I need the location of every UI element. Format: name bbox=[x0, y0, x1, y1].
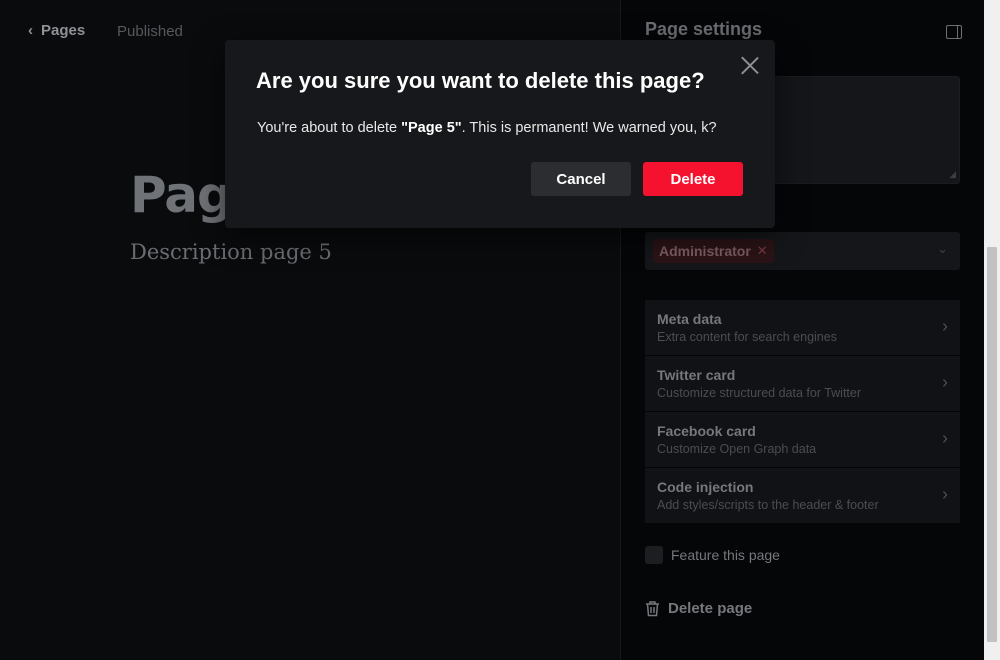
publish-status: Published bbox=[117, 23, 183, 40]
resize-handle-icon[interactable]: ◢ bbox=[949, 169, 956, 180]
menu-item-subtitle: Customize Open Graph data bbox=[657, 442, 817, 456]
feature-label: Feature this page bbox=[671, 547, 780, 563]
delete-confirm-modal: Are you sure you want to delete this pag… bbox=[225, 40, 775, 228]
chevron-down-icon[interactable]: ⌄ bbox=[937, 241, 948, 257]
delete-button[interactable]: Delete bbox=[643, 162, 743, 196]
menu-item-title: Facebook card bbox=[657, 423, 756, 439]
menu-item-title: Meta data bbox=[657, 311, 722, 327]
settings-menu: Meta data Extra content for search engin… bbox=[645, 300, 960, 524]
modal-page-name: "Page 5" bbox=[401, 120, 462, 136]
menu-item-twitter-card[interactable]: Twitter card Customize structured data f… bbox=[645, 356, 960, 411]
close-icon[interactable] bbox=[741, 56, 759, 74]
sidebar-toggle-icon[interactable] bbox=[946, 25, 962, 39]
modal-message: You're about to delete "Page 5". This is… bbox=[257, 120, 717, 136]
trash-icon bbox=[645, 600, 660, 617]
page-description[interactable]: Description page 5 bbox=[130, 240, 332, 264]
menu-item-title: Twitter card bbox=[657, 367, 736, 383]
delete-page-label: Delete page bbox=[668, 600, 753, 617]
modal-text-before: You're about to delete bbox=[257, 120, 402, 136]
feature-toggle-row[interactable]: Feature this page bbox=[645, 546, 780, 564]
menu-item-facebook-card[interactable]: Facebook card Customize Open Graph data … bbox=[645, 412, 960, 467]
chevron-left-icon: ‹ bbox=[28, 22, 33, 39]
menu-item-code-injection[interactable]: Code injection Add styles/scripts to the… bbox=[645, 468, 960, 523]
back-to-pages-link[interactable]: ‹ Pages bbox=[28, 22, 85, 39]
access-tag-label: Administrator bbox=[659, 243, 751, 259]
cancel-button[interactable]: Cancel bbox=[531, 162, 631, 196]
back-label: Pages bbox=[41, 22, 86, 39]
chevron-right-icon: › bbox=[942, 372, 948, 392]
page-scrollbar[interactable] bbox=[984, 0, 1000, 660]
access-select[interactable]: Administrator ✕ ⌄ bbox=[645, 232, 960, 270]
modal-text-after: . This is permanent! We warned you, k? bbox=[461, 120, 717, 136]
menu-item-title: Code injection bbox=[657, 479, 754, 495]
panel-title: Page settings bbox=[645, 19, 763, 39]
chevron-right-icon: › bbox=[942, 316, 948, 336]
delete-page-button[interactable]: Delete page bbox=[645, 600, 752, 617]
modal-title: Are you sure you want to delete this pag… bbox=[256, 68, 705, 93]
x-icon[interactable]: ✕ bbox=[757, 243, 768, 259]
menu-item-subtitle: Customize structured data for Twitter bbox=[657, 386, 862, 400]
chevron-right-icon: › bbox=[942, 428, 948, 448]
access-tag: Administrator ✕ bbox=[653, 239, 774, 263]
scrollbar-thumb[interactable] bbox=[987, 247, 997, 642]
chevron-right-icon: › bbox=[942, 484, 948, 504]
menu-item-subtitle: Add styles/scripts to the header & foote… bbox=[657, 498, 879, 512]
menu-item-meta-data[interactable]: Meta data Extra content for search engin… bbox=[645, 300, 960, 355]
feature-checkbox[interactable] bbox=[645, 546, 663, 564]
menu-item-subtitle: Extra content for search engines bbox=[657, 330, 837, 344]
